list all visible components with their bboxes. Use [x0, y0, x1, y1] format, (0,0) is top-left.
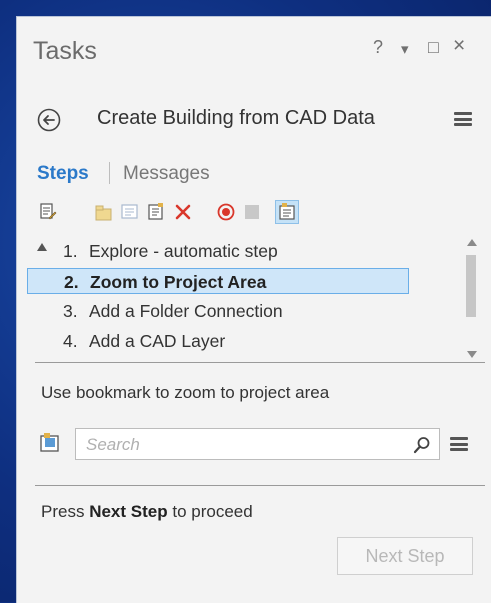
step-instruction: Use bookmark to zoom to project area: [41, 383, 330, 402]
pane-title: Tasks: [33, 37, 97, 65]
step-label: Add a CAD Layer: [89, 331, 226, 351]
pane-options-dropdown[interactable]: ▾: [401, 40, 409, 58]
tab-messages[interactable]: Messages: [123, 163, 210, 185]
list-item-selected[interactable]: 2. Zoom to Project Area: [27, 268, 409, 294]
record-icon[interactable]: [217, 203, 235, 221]
list-item[interactable]: 1. Explore - automatic step: [63, 238, 278, 264]
close-button[interactable]: ×: [453, 34, 465, 58]
view-task-icon: [279, 203, 295, 220]
proceed-hint: Press Next Step to proceed: [41, 502, 253, 522]
step-number: 2.: [64, 272, 79, 292]
collapse-steps-icon[interactable]: [37, 243, 47, 251]
search-placeholder: Search: [86, 435, 140, 454]
tasks-pane: Tasks ? ▾ □ × Create Building from CAD D…: [16, 16, 491, 603]
step-label: Explore - automatic step: [89, 241, 278, 261]
view-task-button[interactable]: [275, 200, 299, 224]
proceed-suffix: to proceed: [172, 502, 253, 521]
footer-divider: [35, 485, 485, 486]
task-menu-icon[interactable]: [454, 112, 472, 126]
back-arrow-icon[interactable]: [37, 108, 61, 132]
step-number: 1.: [63, 241, 78, 261]
maximize-button[interactable]: □: [428, 37, 439, 58]
step-label: Add a Folder Connection: [89, 301, 283, 321]
task-title: Create Building from CAD Data: [97, 107, 375, 129]
search-menu-icon[interactable]: [450, 437, 468, 451]
step-label: Zoom to Project Area: [90, 272, 267, 292]
stop-icon[interactable]: [243, 203, 261, 221]
step-number: 3.: [63, 301, 78, 321]
new-group-icon[interactable]: [95, 203, 113, 221]
list-item[interactable]: 4. Add a CAD Layer: [63, 328, 225, 354]
tab-divider: [109, 162, 110, 184]
proceed-prefix: Press: [41, 502, 85, 521]
bookmark-icon[interactable]: [39, 432, 61, 454]
search-input[interactable]: Search: [75, 428, 440, 460]
scrollbar-thumb[interactable]: [466, 255, 476, 317]
scroll-down-arrow[interactable]: [467, 351, 477, 358]
help-button[interactable]: ?: [373, 37, 383, 58]
search-icon[interactable]: [413, 436, 431, 454]
new-step-icon[interactable]: [121, 203, 139, 221]
edit-task-icon[interactable]: [39, 203, 57, 221]
list-item[interactable]: 3. Add a Folder Connection: [63, 298, 283, 324]
step-number: 4.: [63, 331, 78, 351]
steps-divider: [35, 362, 485, 363]
tab-steps[interactable]: Steps: [37, 163, 89, 185]
proceed-bold: Next Step: [89, 502, 168, 521]
next-step-button[interactable]: Next Step: [337, 537, 473, 575]
scroll-up-arrow[interactable]: [467, 239, 477, 246]
step-properties-icon[interactable]: [147, 203, 165, 221]
delete-icon[interactable]: [174, 203, 192, 221]
